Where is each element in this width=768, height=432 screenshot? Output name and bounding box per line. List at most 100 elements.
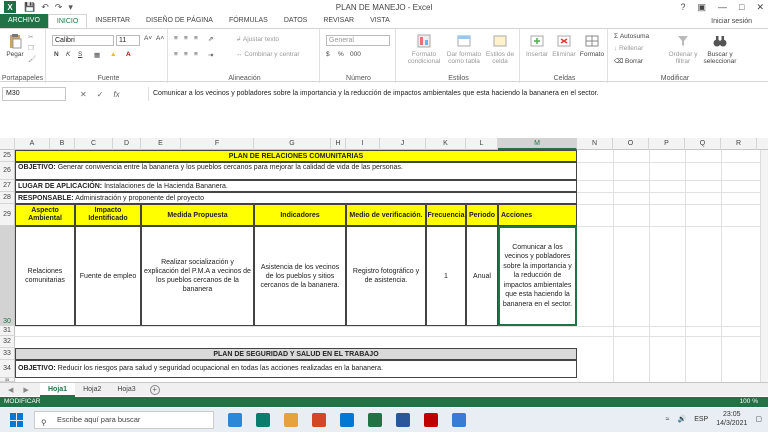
col-header-h[interactable]: H: [331, 138, 346, 150]
header-frecuencia[interactable]: Frecuencia: [426, 204, 466, 226]
plan2-objetivo-cell[interactable]: OBJETIVO: Reducir los riesgos para salud…: [15, 360, 577, 378]
sort-filter-button[interactable]: Ordenar y filtrar: [666, 33, 700, 65]
copy-icon[interactable]: ❐: [28, 44, 34, 52]
sheet-tab-hoja3[interactable]: Hoja3: [109, 383, 143, 397]
word-icon[interactable]: [396, 413, 410, 427]
col-header-e[interactable]: E: [141, 138, 181, 150]
col-header-b[interactable]: B: [50, 138, 75, 150]
clock[interactable]: 23:05 14/3/2021: [716, 410, 747, 428]
cell-indicadores-value[interactable]: Asistencia de los vecinos de los pueblos…: [254, 226, 346, 326]
col-header-l[interactable]: L: [466, 138, 498, 150]
save-icon[interactable]: 💾: [24, 2, 35, 13]
col-header-r[interactable]: R: [721, 138, 757, 150]
insert-function-button[interactable]: fx: [113, 90, 119, 99]
currency-icon[interactable]: $: [326, 51, 330, 58]
prev-sheet-icon[interactable]: ◀: [8, 386, 13, 394]
add-sheet-button[interactable]: +: [149, 384, 160, 395]
lugar-cell[interactable]: LUGAR DE APLICACIÓN: Instalaciones de la…: [15, 180, 577, 192]
format-cells-button[interactable]: Formato: [578, 33, 606, 58]
select-all-corner[interactable]: [0, 138, 15, 150]
redo-icon[interactable]: ↷: [55, 2, 63, 13]
clear-button[interactable]: ⌫ Borrar: [614, 57, 643, 65]
font-size-combo[interactable]: 11: [116, 35, 140, 46]
volume-icon[interactable]: 🔊: [677, 415, 686, 423]
paste-button[interactable]: Pegar: [4, 33, 26, 58]
col-header-p[interactable]: P: [649, 138, 685, 150]
cell-frecuencia-value[interactable]: 1: [426, 226, 466, 326]
col-header-c[interactable]: C: [75, 138, 113, 150]
tab-diseno-pagina[interactable]: DISEÑO DE PÁGINA: [138, 14, 221, 28]
header-medida[interactable]: Medida Propuesta: [141, 204, 254, 226]
row-header-32[interactable]: 32: [0, 336, 15, 348]
header-indicadores[interactable]: Indicadores: [254, 204, 346, 226]
col-header-i[interactable]: I: [346, 138, 380, 150]
undo-icon[interactable]: ↶: [41, 2, 49, 13]
ribbon-display-icon[interactable]: ▣: [698, 2, 707, 13]
indent-icon[interactable]: ⇥: [208, 51, 213, 59]
responsable-cell[interactable]: RESPONSABLE: Administración y proponente…: [15, 192, 577, 204]
number-format-combo[interactable]: General: [326, 35, 390, 46]
vertical-scrollbar[interactable]: [760, 150, 768, 382]
cell-periodo-value[interactable]: Anual: [466, 226, 498, 326]
sheet-tab-hoja2[interactable]: Hoja2: [75, 383, 109, 397]
formula-input[interactable]: Comunicar a los vecinos y pobladores sob…: [148, 87, 768, 101]
cell-acciones-value-selected[interactable]: Comunicar a los vecinos y pobladores sob…: [498, 226, 577, 326]
windows-start-icon[interactable]: [10, 413, 24, 427]
help-button[interactable]: ?: [680, 2, 685, 13]
row-header-29[interactable]: 29: [0, 204, 15, 226]
row-header-34[interactable]: 34: [0, 360, 15, 378]
header-aspecto[interactable]: Aspecto Ambiental: [15, 204, 75, 226]
row-header-28[interactable]: 28: [0, 192, 15, 204]
col-header-d[interactable]: D: [113, 138, 141, 150]
header-acciones[interactable]: Acciones: [498, 204, 577, 226]
row-header-31[interactable]: 31: [0, 326, 15, 336]
merge-center-button[interactable]: ↔ Combinar y centrar: [236, 51, 300, 58]
customize-qat-icon[interactable]: ▾: [68, 2, 73, 13]
find-select-button[interactable]: Buscar y seleccionar: [702, 33, 738, 65]
cut-icon[interactable]: ✂: [28, 33, 33, 41]
task-view-icon[interactable]: [228, 413, 242, 427]
conditional-format-button[interactable]: Formato condicional: [406, 33, 442, 65]
name-box[interactable]: M30: [2, 87, 66, 101]
shrink-font-icon[interactable]: A˄: [156, 35, 164, 42]
underline-button[interactable]: S: [78, 51, 82, 58]
percent-icon[interactable]: %: [338, 51, 344, 58]
insert-cells-button[interactable]: Insertar: [524, 33, 550, 58]
store-icon[interactable]: [452, 413, 466, 427]
cell-impacto-value[interactable]: Fuente de empleo: [75, 226, 141, 326]
col-header-m[interactable]: M: [498, 138, 577, 150]
align-bottom-icon[interactable]: ≡: [194, 35, 198, 42]
tab-inicio[interactable]: INICIO: [47, 14, 88, 28]
align-center-icon[interactable]: ≡: [184, 51, 188, 58]
row-header-33[interactable]: 33: [0, 348, 15, 360]
confirm-entry-icon[interactable]: ✓: [97, 90, 104, 99]
row-header-30[interactable]: 30: [0, 226, 15, 326]
align-right-icon[interactable]: ≡: [194, 51, 198, 58]
tab-formulas[interactable]: FÓRMULAS: [221, 14, 276, 28]
mail-icon[interactable]: [340, 413, 354, 427]
format-painter-icon[interactable]: 🖌: [28, 55, 36, 63]
tab-datos[interactable]: DATOS: [276, 14, 315, 28]
col-header-a[interactable]: A: [15, 138, 50, 150]
delete-cells-button[interactable]: Eliminar: [550, 33, 578, 58]
close-button[interactable]: ✕: [756, 2, 764, 13]
powerpoint-icon[interactable]: [312, 413, 326, 427]
col-header-k[interactable]: K: [426, 138, 466, 150]
file-explorer-icon[interactable]: [284, 413, 298, 427]
maximize-button[interactable]: □: [739, 2, 744, 13]
acrobat-icon[interactable]: [424, 413, 438, 427]
sign-in-link[interactable]: Iniciar sesión: [711, 18, 752, 25]
language-indicator[interactable]: ESP: [694, 416, 708, 423]
row-header-27[interactable]: 27: [0, 180, 15, 192]
cancel-entry-icon[interactable]: ✕: [80, 90, 87, 99]
edge-icon[interactable]: [256, 413, 270, 427]
borders-icon[interactable]: ▦: [94, 51, 100, 59]
row-header-26[interactable]: 26: [0, 162, 15, 180]
align-top-icon[interactable]: ≡: [174, 35, 178, 42]
tab-insertar[interactable]: INSERTAR: [87, 14, 138, 28]
col-header-j[interactable]: J: [380, 138, 426, 150]
row-header-25[interactable]: 25: [0, 150, 15, 162]
next-sheet-icon[interactable]: ▶: [23, 386, 28, 394]
network-icon[interactable]: ≈: [666, 416, 670, 423]
excel-taskbar-icon[interactable]: [368, 413, 382, 427]
